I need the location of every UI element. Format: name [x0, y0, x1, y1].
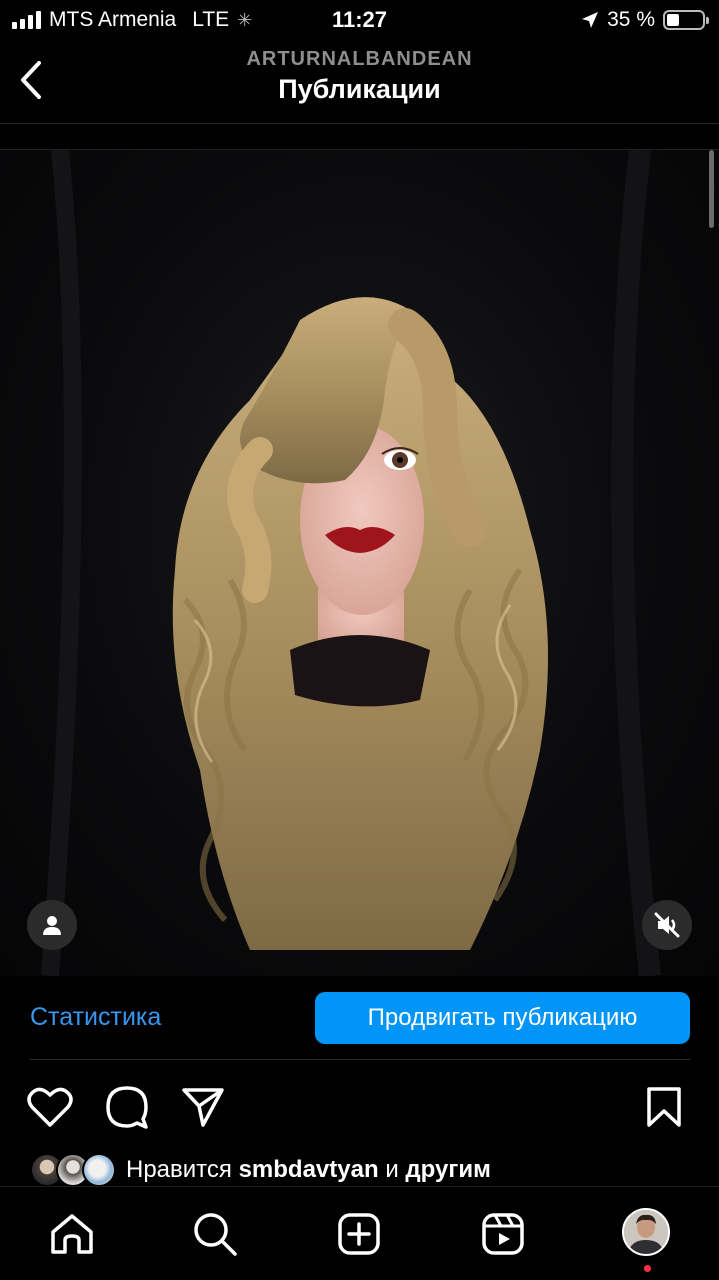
mute-button[interactable] — [642, 900, 692, 950]
nav-header: ARTURNALBANDEAN Публикации — [0, 40, 719, 124]
likes-text: Нравится smbdavtyan и другим — [126, 1156, 491, 1184]
battery-fill — [667, 14, 679, 26]
liker-avatars — [30, 1153, 116, 1187]
likes-summary[interactable]: Нравится smbdavtyan и другим — [30, 1152, 491, 1188]
tab-search[interactable] — [190, 1209, 240, 1259]
home-icon — [51, 1214, 93, 1254]
heart-icon — [27, 1087, 73, 1127]
save-button[interactable] — [642, 1084, 686, 1130]
statistics-link[interactable]: Статистика — [30, 1003, 161, 1032]
search-icon — [194, 1213, 237, 1256]
reels-icon — [482, 1213, 524, 1255]
post-header — [0, 124, 719, 150]
plus-square-icon — [338, 1213, 380, 1255]
tab-home[interactable] — [47, 1209, 97, 1259]
profile-photo — [624, 1210, 668, 1254]
comment-bubble-icon — [106, 1086, 148, 1129]
scrollbar[interactable] — [709, 150, 714, 228]
divider — [30, 1059, 690, 1060]
tab-create[interactable] — [334, 1209, 384, 1259]
paper-plane-icon — [182, 1088, 224, 1127]
bottom-tab-bar — [0, 1186, 719, 1280]
avatar — [622, 1208, 670, 1256]
like-button[interactable] — [26, 1084, 74, 1130]
person-icon — [43, 916, 61, 935]
promote-post-button[interactable]: Продвигать публикацию — [315, 992, 690, 1044]
post-image[interactable] — [0, 150, 719, 976]
battery-info: 35 % — [581, 8, 709, 32]
battery-icon — [663, 10, 709, 30]
avatar — [82, 1153, 116, 1187]
liker-username[interactable]: smbdavtyan — [239, 1156, 379, 1183]
comment-button[interactable] — [104, 1084, 150, 1130]
likes-others[interactable]: другим — [405, 1156, 490, 1183]
notification-dot — [644, 1265, 651, 1272]
header-username: ARTURNALBANDEAN — [246, 48, 473, 70]
share-button[interactable] — [180, 1084, 226, 1130]
tab-reels[interactable] — [478, 1209, 528, 1259]
likes-prefix: Нравится — [126, 1156, 232, 1183]
battery-percent: 35 % — [607, 8, 655, 31]
page-title: Публикации — [278, 74, 441, 104]
location-arrow-icon — [582, 12, 599, 28]
bookmark-icon — [647, 1087, 681, 1127]
mannequin-photo — [41, 150, 661, 976]
speaker-muted-icon — [654, 912, 680, 938]
tagged-users-button[interactable] — [27, 900, 77, 950]
likes-conjunction: и — [385, 1156, 399, 1183]
tab-profile[interactable] — [621, 1207, 671, 1257]
status-bar: MTS Armenia LTE ✳ 11:27 35 % — [0, 0, 719, 40]
